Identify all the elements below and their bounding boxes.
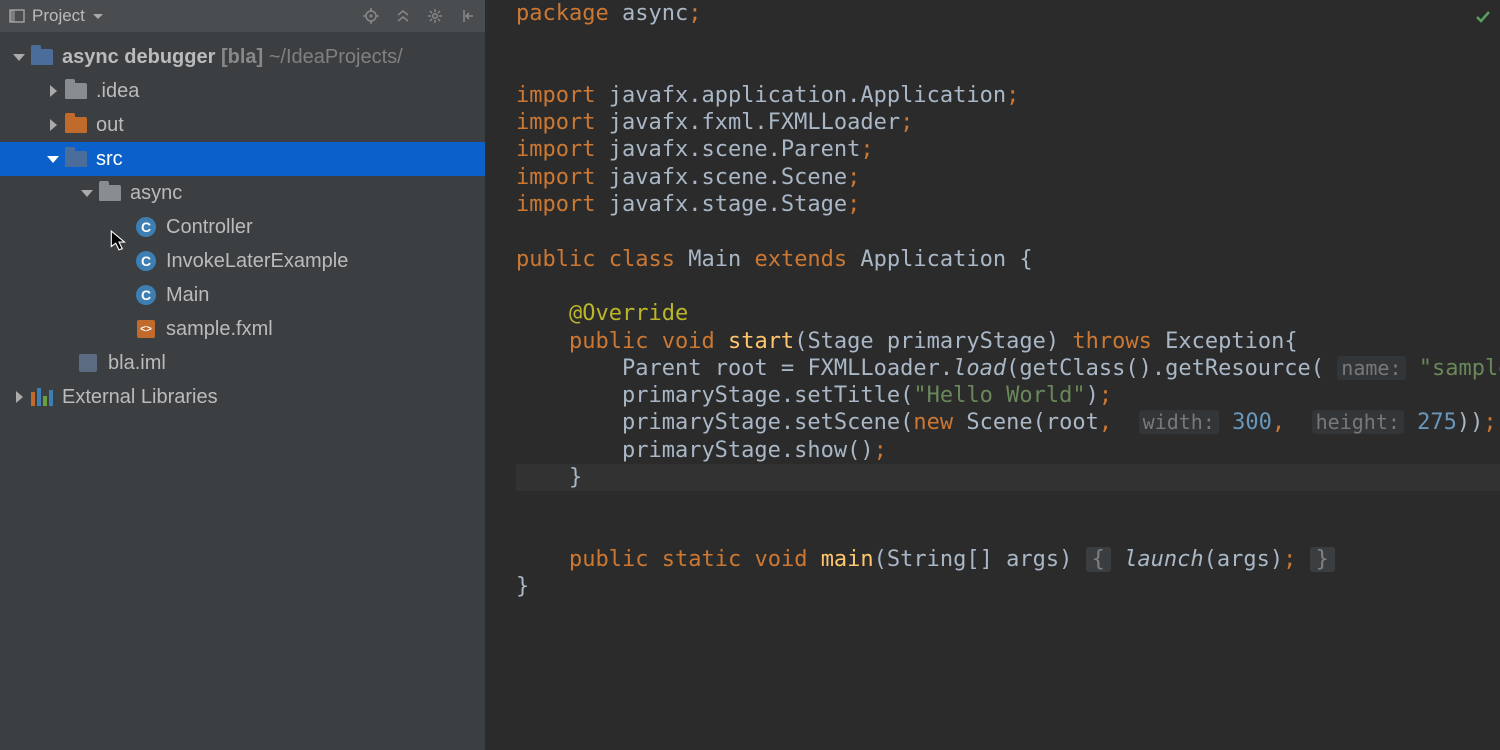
tree-item-label: out	[96, 114, 124, 137]
class-icon: C	[134, 217, 158, 237]
code-fold[interactable]: }	[1310, 547, 1335, 572]
project-tree[interactable]: async debugger [bla] ~/IdeaProjects/ .id…	[0, 32, 485, 750]
expand-toggle-icon[interactable]	[78, 190, 96, 197]
settings-icon[interactable]	[423, 4, 447, 28]
module-folder-icon	[30, 47, 54, 67]
tree-item-external-libraries[interactable]: External Libraries	[0, 380, 485, 414]
tree-item-pkg-async[interactable]: async	[0, 176, 485, 210]
tree-item-label: .idea	[96, 80, 139, 103]
tree-item-label: sample.fxml	[166, 318, 273, 341]
iml-file-icon	[76, 353, 100, 373]
libraries-icon	[30, 387, 54, 407]
collapse-all-icon[interactable]	[391, 4, 415, 28]
code-content[interactable]: package async; import javafx.application…	[516, 0, 1500, 601]
tree-item-label: InvokeLaterExample	[166, 250, 348, 273]
tree-item-out[interactable]: out	[0, 108, 485, 142]
project-panel-title[interactable]: Project	[32, 6, 85, 26]
expand-toggle-icon[interactable]	[10, 391, 28, 403]
tree-root[interactable]: async debugger [bla] ~/IdeaProjects/	[0, 40, 485, 74]
locate-icon[interactable]	[359, 4, 383, 28]
expand-toggle-icon[interactable]	[44, 85, 62, 97]
tree-item-idea[interactable]: .idea	[0, 74, 485, 108]
class-icon: C	[134, 251, 158, 271]
folder-icon	[64, 81, 88, 101]
package-folder-icon	[98, 183, 122, 203]
tree-item-class-controller[interactable]: C Controller	[0, 210, 485, 244]
code-editor[interactable]: package async; import javafx.application…	[486, 0, 1500, 750]
expand-toggle-icon[interactable]	[44, 156, 62, 163]
tree-item-label: External Libraries	[62, 386, 218, 409]
project-view-icon	[8, 7, 26, 25]
tree-item-class-main[interactable]: C Main	[0, 278, 485, 312]
tree-item-fxml[interactable]: <> sample.fxml	[0, 312, 485, 346]
project-panel: Project async debugger	[0, 0, 486, 750]
tree-item-label: Main	[166, 284, 209, 307]
source-folder-icon	[64, 149, 88, 169]
folder-icon	[64, 115, 88, 135]
tree-item-class-invokelater[interactable]: C InvokeLaterExample	[0, 244, 485, 278]
tree-item-label: async	[130, 182, 182, 205]
project-panel-header: Project	[0, 0, 485, 32]
expand-toggle-icon[interactable]	[44, 119, 62, 131]
expand-toggle-icon[interactable]	[10, 54, 28, 61]
tree-item-label: src	[96, 148, 123, 171]
tree-item-src[interactable]: src	[0, 142, 485, 176]
fxml-file-icon: <>	[134, 319, 158, 339]
inline-hint: name:	[1337, 356, 1405, 380]
tree-item-label: async debugger [bla] ~/IdeaProjects/	[62, 46, 403, 69]
tree-item-label: Controller	[166, 216, 253, 239]
project-view-dropdown-icon[interactable]	[93, 14, 103, 19]
code-fold[interactable]: {	[1086, 547, 1111, 572]
class-icon: C	[134, 285, 158, 305]
inline-hint: width:	[1139, 410, 1219, 434]
inline-hint: height:	[1312, 410, 1404, 434]
tree-item-label: bla.iml	[108, 352, 166, 375]
inspection-ok-icon[interactable]	[1474, 6, 1492, 33]
hide-panel-icon[interactable]	[455, 4, 479, 28]
tree-item-iml[interactable]: bla.iml	[0, 346, 485, 380]
